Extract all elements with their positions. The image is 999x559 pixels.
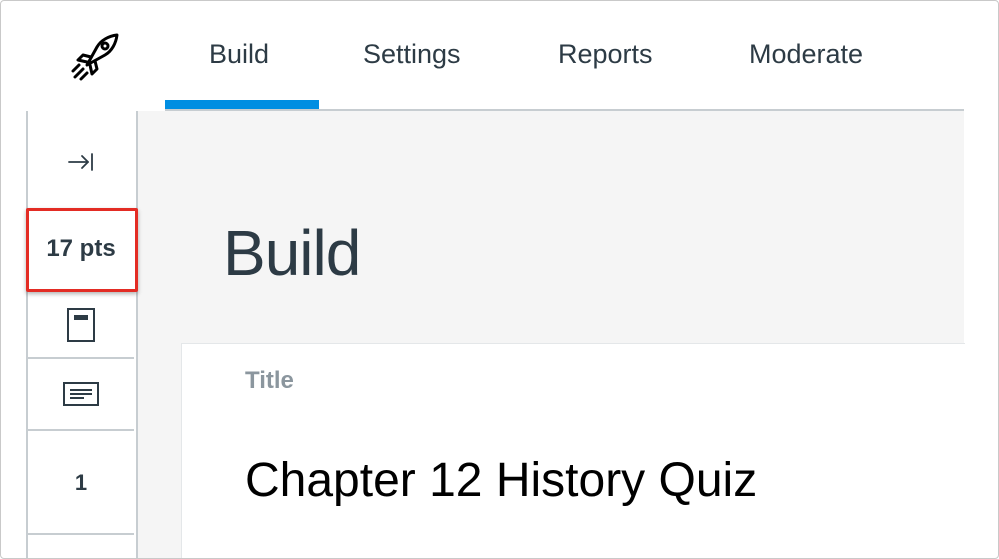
sidebar-item-text[interactable]: [28, 361, 134, 427]
app-window: Build Settings Reports Moderate 17 pts 1…: [0, 0, 999, 559]
page-icon: [67, 308, 95, 342]
sidebar-divider: [26, 429, 134, 431]
question-number[interactable]: 1: [28, 461, 134, 505]
callout-highlight: [26, 208, 138, 292]
tab-settings[interactable]: Settings: [363, 37, 461, 71]
sidebar-divider: [26, 533, 134, 535]
title-label: Title: [245, 367, 294, 394]
quiz-title[interactable]: Chapter 12 History Quiz: [245, 451, 757, 511]
text-block-icon: [63, 382, 99, 406]
sidebar-divider: [26, 357, 134, 359]
tab-reports[interactable]: Reports: [558, 37, 653, 71]
sidebar-item-page[interactable]: [28, 294, 134, 356]
tab-moderate[interactable]: Moderate: [749, 37, 863, 71]
rocket-icon: [67, 29, 123, 85]
collapse-sidebar-button[interactable]: [61, 147, 101, 177]
page-title: Build: [223, 217, 361, 289]
collapse-right-icon: [68, 153, 93, 171]
tab-build[interactable]: Build: [209, 37, 269, 71]
